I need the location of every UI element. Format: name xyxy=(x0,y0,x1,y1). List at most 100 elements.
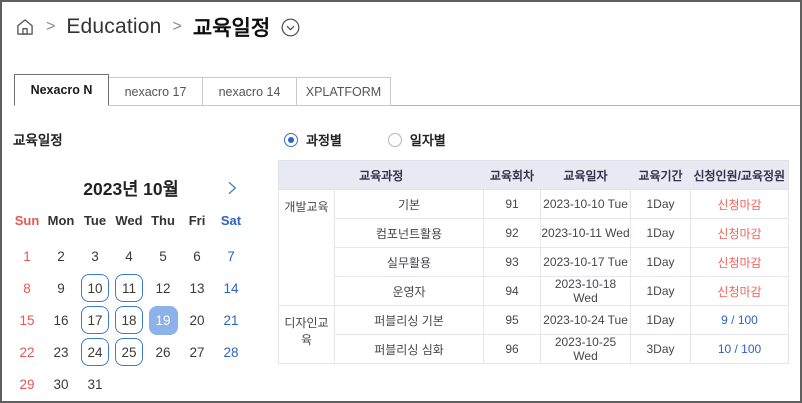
calendar-date-14[interactable]: 14 xyxy=(217,274,245,302)
calendar-cell: 31 xyxy=(78,368,112,400)
breadcrumb-item-education[interactable]: Education xyxy=(66,15,161,39)
calendar-month-title: 2023년 10월 xyxy=(83,176,178,201)
tab-nexacro-17[interactable]: nexacro 17 xyxy=(108,77,203,106)
table-row[interactable]: 컴포넌트활용922023-10-11 Wed1Day신청마감 xyxy=(279,219,789,248)
course-cell: 컴포넌트활용 xyxy=(335,219,484,248)
column-header-course: 교육과정 xyxy=(279,161,484,190)
radio-selected-icon[interactable] xyxy=(284,133,298,147)
calendar-cell xyxy=(112,368,146,400)
home-icon[interactable] xyxy=(15,17,35,37)
calendar-cell: 3 xyxy=(78,240,112,272)
calendar-cell: 21 xyxy=(214,304,248,336)
table-row[interactable]: 운영자942023-10-18 Wed1Day신청마감 xyxy=(279,277,789,306)
calendar-date-28[interactable]: 28 xyxy=(217,338,245,366)
radio-label: 일자별 xyxy=(410,130,446,149)
calendar-cell: 13 xyxy=(180,272,214,304)
date-cell: 2023-10-25 Wed xyxy=(541,335,631,364)
course-cell: 기본 xyxy=(335,190,484,219)
table-row[interactable]: 디자인교육퍼블리싱 기본952023-10-24 Tue1Day9 / 100 xyxy=(279,306,789,335)
session-cell: 96 xyxy=(484,335,541,364)
calendar-cell xyxy=(180,368,214,400)
calendar-date-29[interactable]: 29 xyxy=(13,370,41,398)
calendar-cell: 14 xyxy=(214,272,248,304)
calendar-cell: 4 xyxy=(112,240,146,272)
breadcrumb-current-page-title: 교육일정 xyxy=(193,12,270,42)
calendar-date-1[interactable]: 1 xyxy=(13,242,41,270)
calendar-date-15[interactable]: 15 xyxy=(13,306,41,334)
category-cell: 개발교육 xyxy=(279,190,335,306)
table-row[interactable]: 개발교육기본912023-10-10 Tue1Day신청마감 xyxy=(279,190,789,219)
calendar-date-17[interactable]: 17 xyxy=(81,306,109,334)
column-header-session: 교육회차 xyxy=(484,161,541,190)
duration-cell: 1Day xyxy=(631,190,691,219)
tab-nexacro-n[interactable]: Nexacro N xyxy=(14,74,109,106)
calendar-date-26[interactable]: 26 xyxy=(149,338,177,366)
calendar-date-22[interactable]: 22 xyxy=(13,338,41,366)
session-cell: 94 xyxy=(484,277,541,306)
calendar-date-23[interactable]: 23 xyxy=(47,338,75,366)
table-row[interactable]: 퍼블리싱 심화962023-10-25 Wed3Day10 / 100 xyxy=(279,335,789,364)
view-mode-options: 과정별 일자별 xyxy=(284,130,446,149)
radio-unselected-icon[interactable] xyxy=(388,133,402,147)
column-header-enrollment: 신청인원/교육정원 xyxy=(691,161,789,190)
column-header-duration: 교육기간 xyxy=(631,161,691,190)
circle-chevron-down-icon[interactable] xyxy=(280,17,301,38)
calendar-date-2[interactable]: 2 xyxy=(47,242,75,270)
calendar-cell: 1 xyxy=(10,240,44,272)
calendar-date-5[interactable]: 5 xyxy=(149,242,177,270)
calendar-date-7[interactable]: 7 xyxy=(217,242,245,270)
enrollment-status-cell: 신청마감 xyxy=(691,277,789,306)
session-cell: 95 xyxy=(484,306,541,335)
calendar-cell: 2 xyxy=(44,240,78,272)
calendar-date-16[interactable]: 16 xyxy=(47,306,75,334)
column-header-date: 교육일자 xyxy=(541,161,631,190)
calendar-date-10[interactable]: 10 xyxy=(81,274,109,302)
calendar-date-11[interactable]: 11 xyxy=(115,274,143,302)
product-tabs: Nexacro N nexacro 17 nexacro 14 XPLATFOR… xyxy=(14,74,801,106)
calendar-header: 2023년 10월 xyxy=(10,167,252,209)
duration-cell: 1Day xyxy=(631,306,691,335)
calendar-date-12[interactable]: 12 xyxy=(149,274,177,302)
calendar-cell: 22 xyxy=(10,336,44,368)
breadcrumb: > Education > 교육일정 xyxy=(15,12,301,42)
calendar-cell: 30 xyxy=(44,368,78,400)
calendar-date-20[interactable]: 20 xyxy=(183,306,211,334)
calendar-date-19[interactable]: 19 xyxy=(149,306,178,335)
tab-xplatform[interactable]: XPLATFORM xyxy=(296,77,391,106)
education-schedule-page: > Education > 교육일정 Nexacro N nexacro 17 … xyxy=(0,0,802,403)
calendar-cell: 5 xyxy=(146,240,180,272)
category-cell: 디자인교육 xyxy=(279,306,335,364)
chevron-right-icon[interactable] xyxy=(222,178,242,198)
calendar-cell: 25 xyxy=(112,336,146,368)
weekday-label-thu: Thu xyxy=(146,213,180,231)
table-header-row: 교육과정 교육회차 교육일자 교육기간 신청인원/교육정원 xyxy=(279,161,789,190)
radio-option-by-course[interactable]: 과정별 xyxy=(284,130,342,149)
calendar-date-25[interactable]: 25 xyxy=(115,338,143,366)
calendar-weekday-row: SunMonTueWedThuFriSat xyxy=(10,213,252,231)
calendar-date-31[interactable]: 31 xyxy=(81,370,109,398)
calendar-section-title: 교육일정 xyxy=(13,129,63,149)
duration-cell: 1Day xyxy=(631,277,691,306)
calendar-date-24[interactable]: 24 xyxy=(81,338,109,366)
calendar-date-6[interactable]: 6 xyxy=(183,242,211,270)
enrollment-status-cell: 신청마감 xyxy=(691,219,789,248)
calendar-date-13[interactable]: 13 xyxy=(183,274,211,302)
course-cell: 운영자 xyxy=(335,277,484,306)
calendar-date-3[interactable]: 3 xyxy=(81,242,109,270)
radio-option-by-date[interactable]: 일자별 xyxy=(388,130,446,149)
date-cell: 2023-10-10 Tue xyxy=(541,190,631,219)
calendar-cell: 16 xyxy=(44,304,78,336)
weekday-label-fri: Fri xyxy=(180,213,214,231)
calendar-date-18[interactable]: 18 xyxy=(115,306,143,334)
tab-nexacro-14[interactable]: nexacro 14 xyxy=(202,77,297,106)
calendar-date-30[interactable]: 30 xyxy=(47,370,75,398)
calendar-date-9[interactable]: 9 xyxy=(47,274,75,302)
table-row[interactable]: 실무활용932023-10-17 Tue1Day신청마감 xyxy=(279,248,789,277)
calendar-cell: 9 xyxy=(44,272,78,304)
calendar-date-8[interactable]: 8 xyxy=(13,274,41,302)
calendar-date-27[interactable]: 27 xyxy=(183,338,211,366)
calendar-date-21[interactable]: 21 xyxy=(217,306,245,334)
calendar-cell: 23 xyxy=(44,336,78,368)
calendar-date-4[interactable]: 4 xyxy=(115,242,143,270)
date-cell: 2023-10-18 Wed xyxy=(541,277,631,306)
